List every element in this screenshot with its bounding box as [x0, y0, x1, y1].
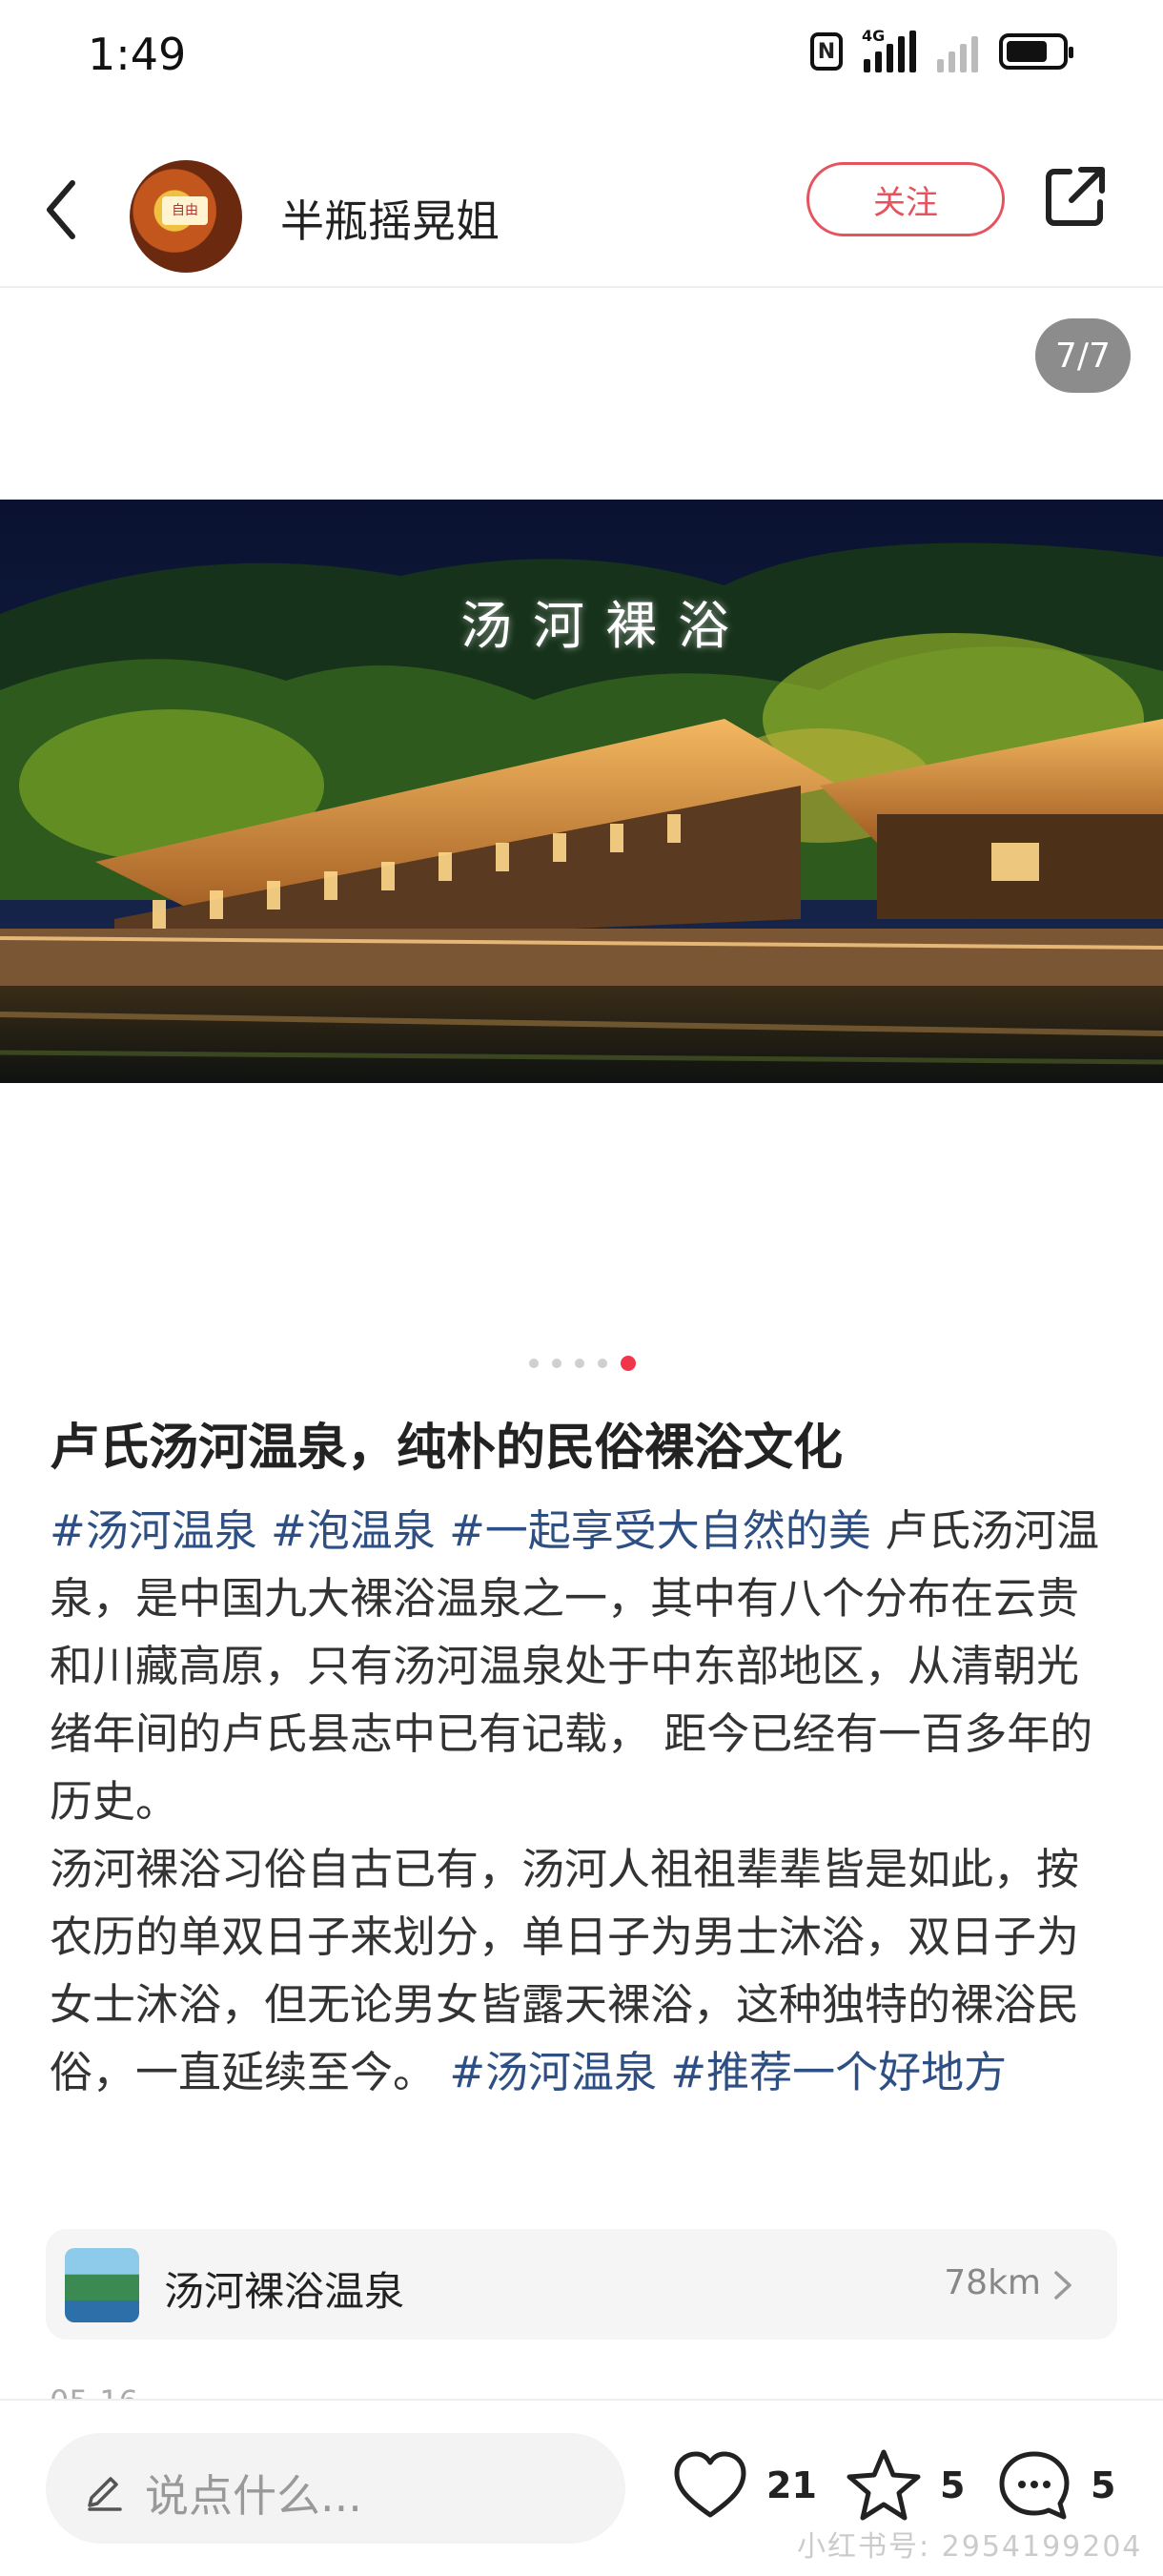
post-header: 自由 半瓶摇晃姐 关注	[0, 133, 1163, 288]
post-title: 卢氏汤河温泉，纯朴的民俗裸浴文化	[50, 1420, 844, 1477]
signal-strength-icon: 4G	[862, 27, 916, 72]
star-icon	[847, 2449, 921, 2521]
nfc-icon: N	[810, 32, 843, 71]
follow-button[interactable]: 关注	[806, 162, 1005, 236]
comment-placeholder: 说点什么...	[145, 2470, 362, 2522]
status-time: 1:49	[88, 29, 187, 80]
like-button[interactable]: 21	[669, 2444, 817, 2526]
comment-count: 5	[1091, 2464, 1116, 2506]
page-indicator	[529, 1356, 636, 1371]
page-dot-active	[621, 1356, 636, 1371]
page-dot	[552, 1359, 561, 1368]
photo-caption: 汤河裸浴	[460, 596, 750, 656]
status-bar: 1:49 N 4G	[0, 0, 1163, 114]
status-icons: N 4G	[810, 27, 1073, 72]
chevron-right-icon	[1054, 2271, 1071, 2300]
like-count: 21	[766, 2464, 817, 2506]
location-thumbnail	[65, 2248, 139, 2322]
page-dot	[575, 1359, 584, 1368]
location-card[interactable]: 汤河裸浴温泉 78km	[46, 2229, 1117, 2340]
avatar-logo-text: 自由	[162, 196, 208, 225]
post-body: #汤河温泉 #泡温泉 #一起享受大自然的美 卢氏汤河温泉，是中国九大裸浴温泉之一…	[50, 1497, 1117, 2106]
heart-icon	[674, 2451, 746, 2518]
share-icon[interactable]	[1041, 162, 1110, 231]
author-name[interactable]: 半瓶摇晃姐	[280, 187, 500, 250]
pencil-icon	[88, 2477, 122, 2511]
hashtag-link[interactable]: #推荐一个好地方	[670, 2047, 1007, 2097]
comment-bubble-icon	[999, 2451, 1070, 2520]
secondary-signal-icon	[937, 31, 978, 72]
network-type: 4G	[862, 27, 886, 45]
watermark: 小红书号: 2954199204	[797, 2530, 1143, 2564]
comment-input[interactable]: 说点什么...	[46, 2433, 625, 2544]
page-counter: 7/7	[1035, 318, 1131, 393]
avatar[interactable]: 自由	[130, 160, 242, 273]
favorite-button[interactable]: 5	[843, 2444, 965, 2526]
page-dot	[529, 1359, 539, 1368]
back-icon[interactable]	[38, 172, 86, 248]
comment-button[interactable]: 5	[993, 2444, 1115, 2526]
location-distance: 78km	[944, 2263, 1041, 2302]
battery-icon	[999, 33, 1073, 70]
hashtag-link[interactable]: #一起享受大自然的美	[449, 1505, 871, 1556]
favorite-count: 5	[940, 2464, 966, 2506]
location-name: 汤河裸浴温泉	[164, 2268, 405, 2315]
page-dot	[598, 1359, 607, 1368]
hashtag-link[interactable]: #汤河温泉	[449, 2047, 657, 2097]
hashtag-link[interactable]: #汤河温泉	[50, 1505, 257, 1556]
hashtag-link[interactable]: #泡温泉	[271, 1505, 436, 1556]
image-gallery[interactable]: 7/7 汤河裸浴	[0, 288, 1163, 1371]
